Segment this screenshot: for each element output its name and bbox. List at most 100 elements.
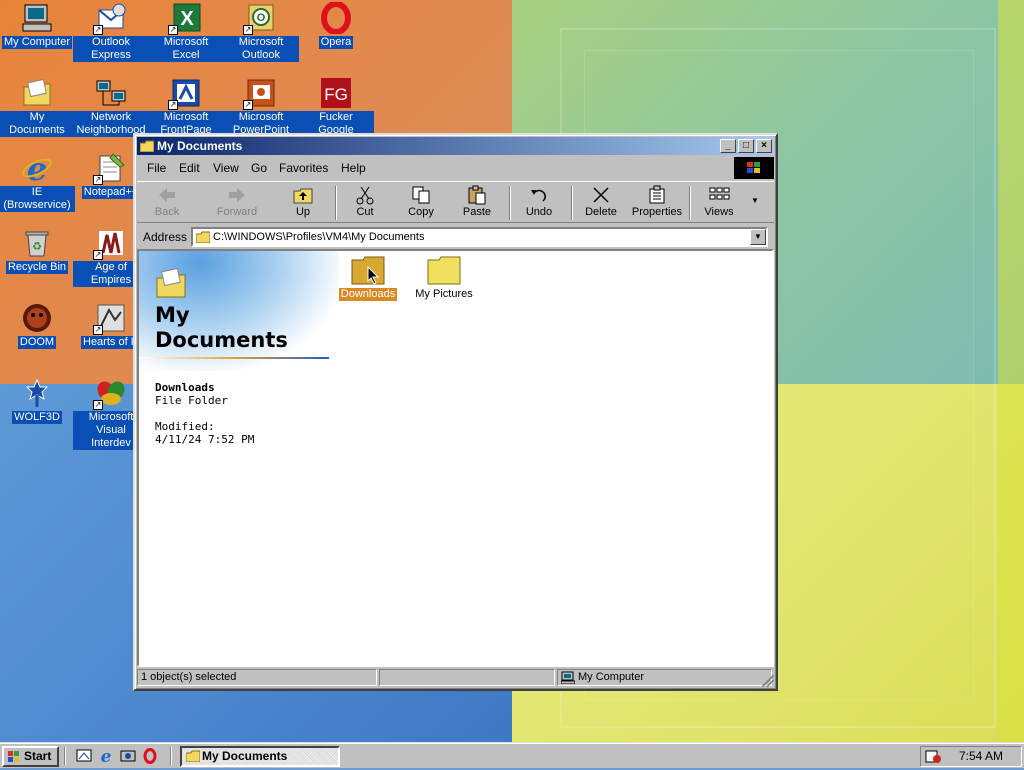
menu-edit[interactable]: Edit: [179, 161, 200, 175]
scissors-icon: [354, 185, 376, 205]
desktop-icon-outlook-express[interactable]: ↗ Outlook Express: [73, 2, 149, 62]
doom-icon: [21, 302, 53, 334]
opera-icon[interactable]: [141, 748, 159, 764]
powerpoint-icon: ↗: [243, 77, 277, 110]
desktop-icon-network-neighborhood[interactable]: Network Neighborhood: [73, 77, 149, 137]
title-bar[interactable]: My Documents _ □ ×: [137, 137, 774, 155]
desktop-icon-outlook[interactable]: O ↗ Microsoft Outlook: [223, 2, 299, 62]
desktop-icon-recycle-bin[interactable]: ♻ Recycle Bin: [0, 227, 75, 274]
folder-icon: [139, 139, 155, 153]
status-bar: 1 object(s) selected My Computer: [137, 667, 774, 687]
clock[interactable]: 7:54 AM: [959, 747, 1003, 766]
cut-button[interactable]: Cut: [337, 185, 393, 218]
svg-text:♻: ♻: [32, 240, 42, 253]
address-bar: Address C:\WINDOWS\Profiles\VM4\My Docum…: [137, 225, 774, 249]
menu-file[interactable]: File: [147, 161, 166, 175]
taskbar-separator: [64, 747, 66, 765]
address-value: C:\WINDOWS\Profiles\VM4\My Documents: [213, 231, 425, 243]
undo-icon: [528, 185, 550, 205]
explorer-window[interactable]: My Documents _ □ × File Edit View Go Fav…: [133, 133, 778, 691]
folder-content[interactable]: My Documents Downloads File Folder Modif…: [137, 249, 774, 667]
folder-icon: [185, 750, 201, 763]
windows-logo-icon: [734, 157, 774, 179]
paste-button[interactable]: Paste: [449, 185, 505, 218]
status-middle: [379, 669, 555, 686]
desktop-icon-frontpage[interactable]: ↗ Microsoft FrontPage: [148, 77, 224, 137]
copy-button[interactable]: Copy: [393, 185, 449, 218]
menu-help[interactable]: Help: [341, 161, 366, 175]
up-button[interactable]: Up: [275, 185, 331, 218]
desktop-icon-opera[interactable]: Opera: [298, 1, 374, 49]
paste-icon: [466, 185, 488, 205]
my-documents-icon: [155, 267, 187, 299]
computer-icon: [560, 671, 576, 689]
views-icon: [708, 185, 730, 205]
delete-button[interactable]: Delete: [573, 185, 629, 218]
svg-text:FG: FG: [324, 85, 348, 104]
outlook-icon: O ↗: [243, 2, 277, 35]
properties-button[interactable]: Properties: [629, 185, 685, 218]
frontpage-icon: ↗: [168, 77, 202, 110]
back-arrow-icon: [156, 185, 178, 205]
up-folder-icon: [292, 185, 314, 205]
desktop-icon-excel[interactable]: X ↗ Microsoft Excel: [148, 2, 224, 62]
toolbar: Back Forward Up Cut Copy Paste Undo Dele…: [137, 181, 774, 223]
my-computer-icon: [21, 2, 53, 34]
opera-icon: [320, 1, 352, 35]
menu-favorites[interactable]: Favorites: [279, 161, 328, 175]
channels-icon[interactable]: [119, 748, 137, 764]
forward-button[interactable]: Forward: [209, 185, 265, 218]
desktop-icon-doom[interactable]: DOOM: [0, 302, 75, 349]
menu-bar: File Edit View Go Favorites Help: [137, 157, 774, 179]
views-button[interactable]: Views: [691, 185, 747, 218]
desktop-icon-my-documents[interactable]: My Documents: [0, 77, 75, 137]
system-tray: 7:54 AM: [920, 746, 1022, 767]
folder-icon: [351, 255, 385, 285]
ie-icon[interactable]: e: [97, 747, 115, 767]
status-selection: 1 object(s) selected: [137, 669, 377, 686]
age-of-empires-icon: ↗: [93, 227, 127, 260]
network-icon: [95, 77, 127, 109]
taskbar: Start e My Documents 7:54 AM: [0, 742, 1024, 768]
forward-arrow-icon: [226, 185, 248, 205]
wolf3d-icon: [21, 377, 53, 409]
svg-text:O: O: [257, 12, 266, 24]
notepad-icon: ↗: [93, 152, 127, 185]
folder-item-downloads[interactable]: Downloads: [333, 255, 403, 301]
close-button[interactable]: ×: [756, 139, 772, 153]
back-button[interactable]: Back: [139, 185, 195, 218]
wallpaper-bar: [998, 0, 1024, 742]
address-label: Address: [143, 230, 188, 244]
desktop-icon-wolf3d[interactable]: WOLF3D: [0, 377, 75, 424]
menu-view[interactable]: View: [213, 161, 239, 175]
show-desktop-icon[interactable]: [75, 748, 93, 764]
selection-details: Downloads File Folder Modified: 4/11/24 …: [155, 381, 255, 446]
hearts-of-iron-icon: ↗: [93, 302, 127, 335]
menu-go[interactable]: Go: [251, 161, 267, 175]
desktop-icon-ie[interactable]: e IE (Browservice): [0, 150, 75, 212]
status-zone: My Computer: [557, 669, 772, 686]
desktop-icon-powerpoint[interactable]: ↗ Microsoft PowerPoint: [223, 77, 299, 137]
scheduler-icon[interactable]: [925, 749, 941, 764]
desktop-icon-my-computer[interactable]: My Computer: [0, 2, 75, 49]
resize-grip[interactable]: [762, 675, 774, 687]
copy-icon: [410, 185, 432, 205]
start-button[interactable]: Start: [2, 746, 59, 767]
webview-title: My Documents: [155, 303, 288, 352]
fg-icon: FG: [320, 77, 352, 109]
minimize-button[interactable]: _: [720, 139, 736, 153]
window-title: My Documents: [157, 139, 243, 153]
maximize-button[interactable]: □: [738, 139, 754, 153]
taskbar-button-my-documents[interactable]: My Documents: [180, 746, 340, 767]
excel-icon: X ↗: [168, 2, 202, 35]
undo-button[interactable]: Undo: [511, 185, 567, 218]
folder-item-my-pictures[interactable]: My Pictures: [409, 255, 479, 301]
ie-icon: e: [21, 150, 53, 188]
address-dropdown-button[interactable]: ▼: [750, 229, 766, 245]
windows-logo-icon: [7, 750, 21, 763]
recycle-bin-icon: ♻: [21, 227, 53, 259]
properties-icon: [646, 185, 668, 205]
address-input[interactable]: C:\WINDOWS\Profiles\VM4\My Documents ▼: [191, 227, 768, 247]
views-dropdown-arrow-icon[interactable]: ▼: [751, 196, 759, 205]
folder-icon: [427, 255, 461, 285]
